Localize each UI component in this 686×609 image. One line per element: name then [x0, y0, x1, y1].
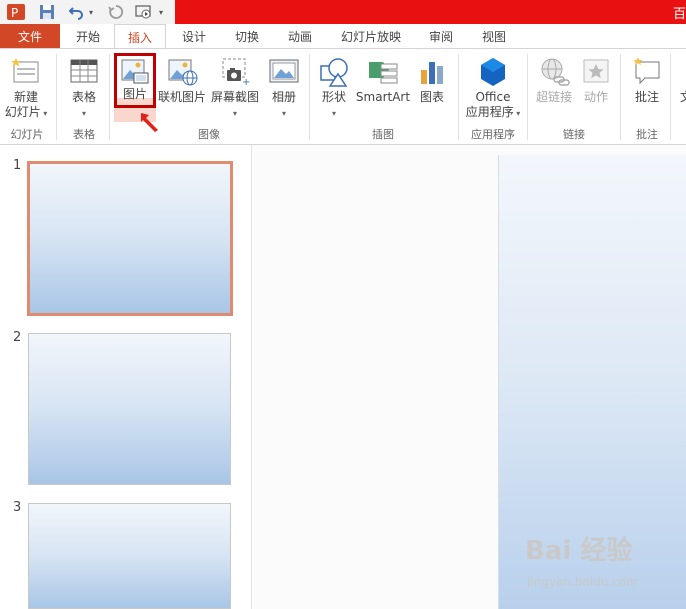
office-apps-button[interactable]: Office 应用程序 ▾	[462, 56, 524, 120]
save-icon[interactable]	[37, 2, 57, 22]
start-slideshow-icon[interactable]	[134, 2, 154, 22]
group-label-slides: 幻灯片	[10, 128, 44, 141]
screenshot-icon: +	[219, 56, 251, 88]
comment-icon	[631, 56, 663, 88]
group-label-images: 图像	[198, 128, 220, 141]
baidu-jingyan-watermark: Bai 经验	[525, 536, 633, 566]
office-apps-label: Office 应用程序 ▾	[465, 90, 521, 119]
slide-number: 3	[13, 500, 22, 515]
shapes-icon	[318, 56, 350, 88]
new-slide-label: 新建 幻灯片 ▾	[4, 90, 48, 119]
chart-button[interactable]: 图表	[414, 56, 450, 105]
tab-file[interactable]: 文件	[0, 24, 60, 49]
online-picture-icon	[166, 56, 198, 88]
undo-dropdown-icon[interactable]: ▾	[86, 2, 96, 22]
group-label-links: 链接	[563, 128, 585, 141]
screenshot-label: 屏幕截图 ▾	[210, 90, 259, 118]
hyperlink-button[interactable]: 超链接	[533, 56, 575, 105]
powerpoint-app-icon[interactable]: P	[6, 2, 26, 22]
shapes-button[interactable]: 形状 ▾	[314, 56, 354, 120]
group-label-illustrations: 插图	[372, 128, 394, 141]
ribbon-separator	[56, 54, 57, 140]
ribbon-separator	[527, 54, 528, 140]
tab-home[interactable]: 开始	[62, 24, 114, 49]
action-label: 动作	[583, 90, 608, 104]
screenshot-button[interactable]: + 屏幕截图 ▾	[209, 56, 261, 120]
shapes-label: 形状 ▾	[321, 90, 346, 118]
comment-button[interactable]: 批注	[626, 56, 668, 105]
group-label-tables: 表格	[73, 128, 95, 141]
slide-thumbnail[interactable]	[28, 333, 231, 485]
title-bar-highlight	[175, 0, 686, 24]
online-picture-label: 联机图片	[157, 90, 206, 104]
svg-text:P: P	[11, 6, 18, 20]
ribbon-separator	[458, 54, 459, 140]
office-store-icon	[477, 56, 509, 88]
table-label: 表格 ▾	[71, 90, 96, 118]
group-label-apps: 应用程序	[471, 128, 515, 141]
smartart-label: SmartArt	[355, 90, 411, 104]
photo-album-icon	[268, 56, 300, 88]
new-slide-icon	[10, 56, 42, 88]
group-label-comments: 批注	[636, 128, 658, 141]
ribbon-separator	[109, 54, 110, 140]
hyperlink-globe-icon	[538, 56, 570, 88]
table-button[interactable]: 表格 ▾	[62, 56, 106, 120]
picture-icon	[120, 57, 150, 87]
chart-label: 图表	[419, 90, 444, 104]
text-group-button[interactable]: 文	[676, 56, 686, 105]
baidu-jingyan-url-watermark: jingyan.baidu.com	[527, 575, 638, 589]
ribbon-separator	[309, 54, 310, 140]
smartart-icon	[367, 56, 399, 88]
quick-access-dropdown-icon[interactable]: ▾	[156, 2, 166, 22]
redo-icon[interactable]	[106, 2, 126, 22]
slide-number: 1	[13, 158, 22, 173]
tab-animations[interactable]: 动画	[274, 24, 326, 49]
picture-button[interactable]: 图片	[114, 53, 156, 108]
online-picture-button[interactable]: 联机图片	[157, 56, 207, 105]
ribbon-separator	[620, 54, 621, 140]
slide-thumbnail-selected[interactable]	[27, 161, 233, 316]
slide-thumbnail[interactable]	[28, 503, 231, 609]
tab-review[interactable]: 审阅	[415, 24, 467, 49]
smartart-button[interactable]: SmartArt	[355, 56, 411, 105]
tab-slideshow[interactable]: 幻灯片放映	[328, 24, 414, 49]
table-icon	[68, 56, 100, 88]
new-slide-button[interactable]: 新建 幻灯片 ▾	[4, 56, 48, 120]
svg-text:+: +	[242, 77, 250, 88]
tab-insert[interactable]: 插入	[114, 24, 166, 49]
chart-icon	[416, 56, 448, 88]
action-star-icon	[580, 56, 612, 88]
hyperlink-label: 超链接	[535, 90, 572, 104]
action-button[interactable]: 动作	[577, 56, 615, 105]
comment-label: 批注	[634, 90, 659, 104]
window-title: 百	[672, 7, 686, 22]
tab-design[interactable]: 设计	[168, 24, 220, 49]
photo-album-button[interactable]: 相册 ▾	[264, 56, 304, 120]
tab-transitions[interactable]: 切换	[221, 24, 273, 49]
undo-icon[interactable]	[66, 2, 86, 22]
slide-number: 2	[13, 330, 22, 345]
photo-album-label: 相册 ▾	[271, 90, 296, 118]
tab-view[interactable]: 视图	[468, 24, 520, 49]
text-group-label: 文	[679, 90, 686, 104]
text-box-icon	[676, 56, 686, 88]
ribbon-separator	[670, 54, 671, 140]
picture-label: 图片	[122, 87, 147, 101]
